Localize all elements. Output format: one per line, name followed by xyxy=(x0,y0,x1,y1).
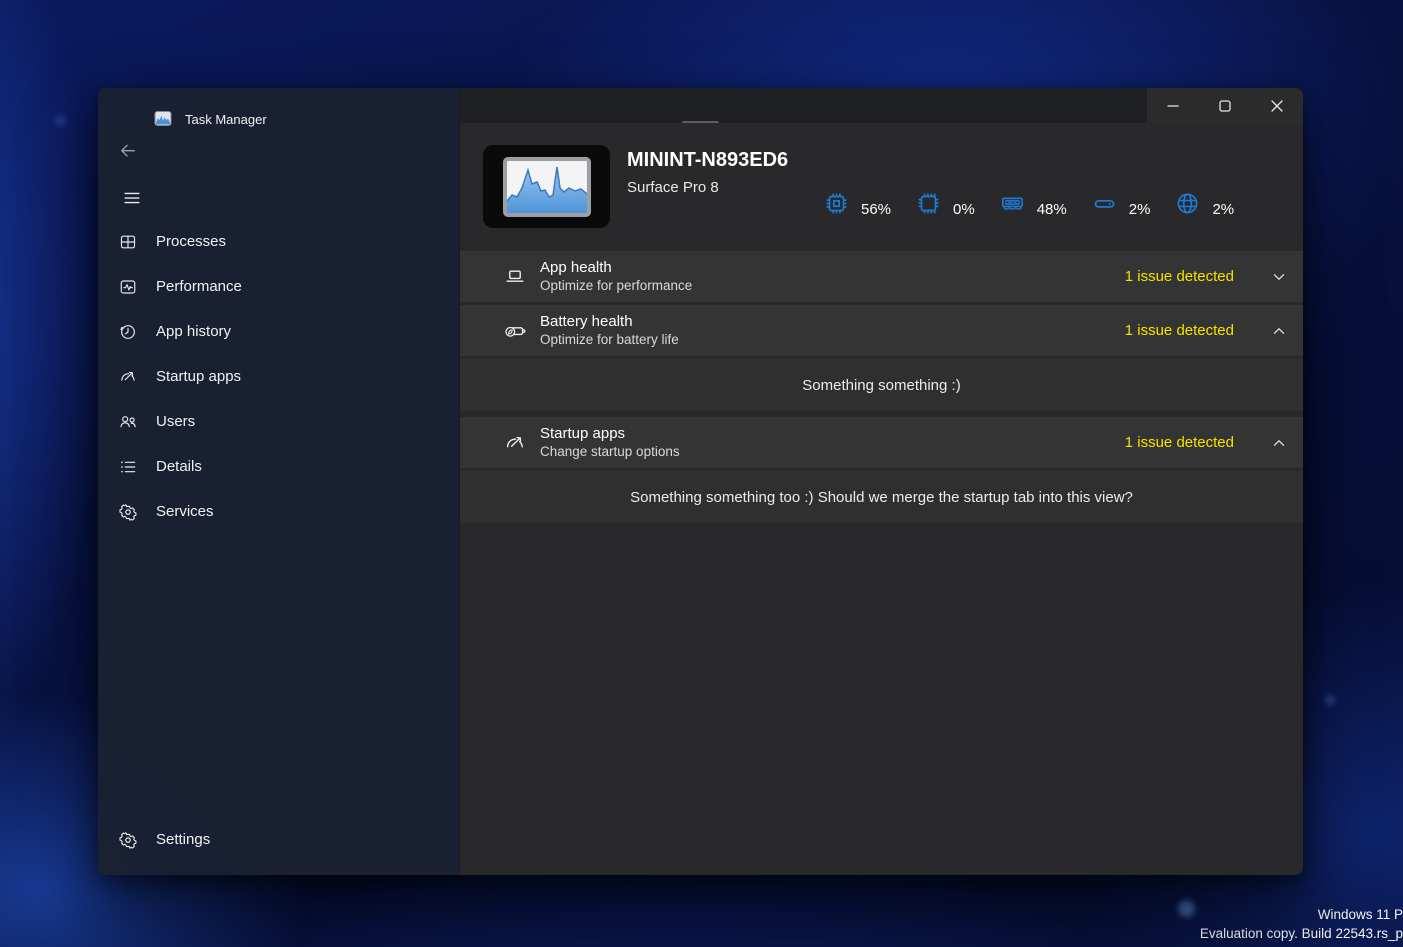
memory-value: 48% xyxy=(1037,201,1067,218)
section-title: Battery health xyxy=(540,312,679,331)
device-name: MININT-N893ED6 xyxy=(627,149,788,172)
services-icon xyxy=(118,502,138,522)
bokeh-dot xyxy=(1178,900,1195,917)
sidebar-item-performance[interactable]: Performance xyxy=(98,264,459,309)
cpu-icon xyxy=(823,190,850,217)
gpu-stat: 0% xyxy=(915,189,975,218)
issue-status: 1 issue detected xyxy=(1125,322,1234,339)
device-model: Surface Pro 8 xyxy=(627,179,719,196)
sidebar-item-label: Settings xyxy=(156,831,210,848)
sidebar-item-label: Startup apps xyxy=(156,368,241,385)
chart-thumbnail-icon xyxy=(503,157,591,217)
cpu-stat: 56% xyxy=(823,189,891,218)
section-title: Startup apps xyxy=(540,424,680,443)
disk-icon xyxy=(1091,190,1118,217)
minimize-icon xyxy=(1161,94,1185,118)
bokeh-dot xyxy=(1325,695,1335,705)
sidebar-item-label: Services xyxy=(156,503,214,520)
sidebar-item-processes[interactable]: Processes xyxy=(98,219,459,264)
device-header: MININT-N893ED6 Surface Pro 8 56% xyxy=(460,123,1303,245)
watermark-line2: Evaluation copy. Build 22543.rs_pre xyxy=(1200,925,1403,944)
watermark-line1: Windows 11 Pro xyxy=(1200,906,1403,925)
task-manager-logo-icon xyxy=(154,110,172,128)
health-section-list: App health Optimize for performance 1 is… xyxy=(460,251,1303,526)
section-subtitle: Change startup options xyxy=(540,443,680,461)
back-button[interactable] xyxy=(115,138,141,164)
battery-health-row[interactable]: Battery health Optimize for battery life… xyxy=(460,305,1303,356)
network-stat: 2% xyxy=(1174,189,1234,218)
hamburger-icon xyxy=(121,187,143,209)
resource-stats-row: 56% 0% xyxy=(823,173,1258,233)
users-icon xyxy=(118,412,138,432)
detail-text: Something something too :) Should we mer… xyxy=(630,489,1133,506)
app-title: Task Manager xyxy=(185,112,267,127)
disk-stat: 2% xyxy=(1091,189,1151,218)
app-health-row[interactable]: App health Optimize for performance 1 is… xyxy=(460,251,1303,302)
network-value: 2% xyxy=(1212,201,1234,218)
sidebar-nav: Processes Performance xyxy=(98,219,459,534)
section-title: App health xyxy=(540,258,692,277)
sidebar-item-app-history[interactable]: App history xyxy=(98,309,459,354)
gpu-value: 0% xyxy=(953,201,975,218)
network-globe-icon xyxy=(1174,190,1201,217)
battery-health-detail-panel: Something something :) xyxy=(460,359,1303,411)
issue-status: 1 issue detected xyxy=(1125,434,1234,451)
startup-apps-row[interactable]: Startup apps Change startup options 1 is… xyxy=(460,417,1303,468)
issue-status: 1 issue detected xyxy=(1125,268,1234,285)
chevron-down-icon[interactable] xyxy=(1270,268,1288,286)
sidebar-item-label: Processes xyxy=(156,233,226,250)
section-subtitle: Optimize for performance xyxy=(540,277,692,295)
app-history-icon xyxy=(118,322,138,342)
detail-text: Something something :) xyxy=(802,377,960,394)
sidebar-item-label: App history xyxy=(156,323,231,340)
desktop: { "sidebar": { "app_title": "Task Manage… xyxy=(0,0,1403,947)
main-content: MININT-N893ED6 Surface Pro 8 56% xyxy=(460,88,1303,875)
sidebar-item-settings[interactable]: Settings xyxy=(98,817,459,862)
performance-icon xyxy=(118,277,138,297)
maximize-icon xyxy=(1213,94,1237,118)
chevron-up-icon[interactable] xyxy=(1270,434,1288,452)
sidebar-item-details[interactable]: Details xyxy=(98,444,459,489)
close-button[interactable] xyxy=(1251,88,1303,123)
sidebar-item-label: Performance xyxy=(156,278,242,295)
sidebar: Task Manager xyxy=(98,88,460,875)
sidebar-item-users[interactable]: Users xyxy=(98,399,459,444)
memory-stat: 48% xyxy=(999,189,1067,218)
maximize-button[interactable] xyxy=(1199,88,1251,123)
sidebar-item-services[interactable]: Services xyxy=(98,489,459,534)
settings-gear-icon xyxy=(118,830,138,850)
details-icon xyxy=(118,457,138,477)
app-title-row: Task Manager xyxy=(154,110,267,128)
task-manager-window: Task Manager xyxy=(98,88,1303,875)
close-icon xyxy=(1265,94,1289,118)
chevron-up-icon[interactable] xyxy=(1270,322,1288,340)
section-subtitle: Optimize for battery life xyxy=(540,331,679,349)
bokeh-dot xyxy=(55,115,66,126)
disk-value: 2% xyxy=(1129,201,1151,218)
evaluation-watermark: Windows 11 Pro Evaluation copy. Build 22… xyxy=(1200,906,1403,943)
startup-apps-detail-panel: Something something too :) Should we mer… xyxy=(460,471,1303,523)
back-arrow-icon xyxy=(117,140,139,162)
processes-icon xyxy=(118,232,138,252)
window-controls xyxy=(1147,88,1303,123)
sidebar-item-startup-apps[interactable]: Startup apps xyxy=(98,354,459,399)
memory-icon xyxy=(999,190,1026,217)
laptop-icon xyxy=(503,265,527,289)
sidebar-item-label: Details xyxy=(156,458,202,475)
sidebar-item-label: Users xyxy=(156,413,195,430)
gpu-icon xyxy=(915,190,942,217)
task-manager-app-icon xyxy=(483,145,610,228)
startup-apps-icon xyxy=(118,367,138,387)
battery-leaf-icon xyxy=(503,319,527,343)
minimize-button[interactable] xyxy=(1147,88,1199,123)
cpu-value: 56% xyxy=(861,201,891,218)
hamburger-menu-button[interactable] xyxy=(118,184,146,212)
gauge-icon xyxy=(503,431,527,455)
